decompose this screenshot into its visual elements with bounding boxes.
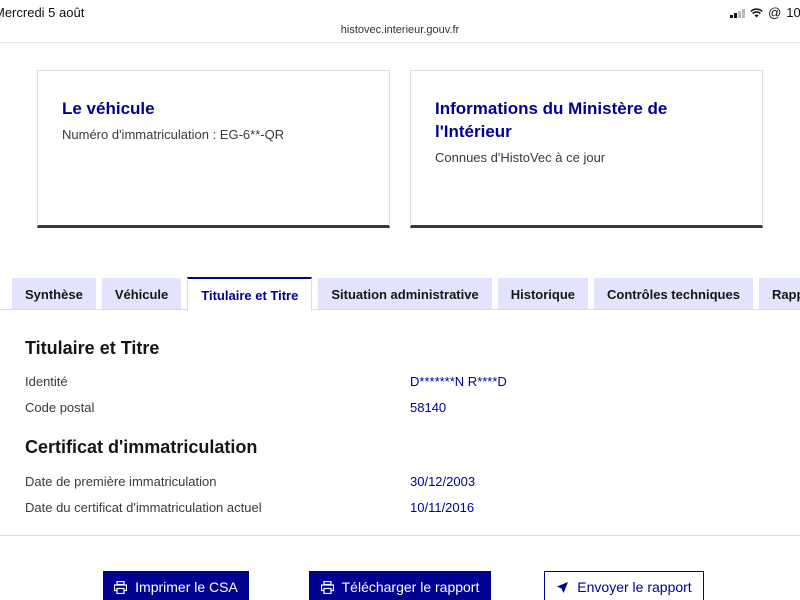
print-csa-label: Imprimer le CSA (135, 579, 238, 595)
send-report-label: Envoyer le rapport (577, 579, 692, 595)
plate-number: Numéro d'immatriculation : EG-6**-QR (62, 127, 285, 142)
vehicle-card: Le véhicule Numéro d'immatriculation : E… (37, 70, 390, 228)
tab-panel: Titulaire et Titre Identité D*******N R*… (0, 309, 800, 536)
holder-section-title: Titulaire et Titre (25, 338, 160, 358)
orientation-lock-icon: @ (768, 5, 782, 20)
download-report-label: Télécharger le rapport (341, 579, 480, 595)
tab-historique[interactable]: Historique (497, 278, 589, 310)
status-date: Mercredi 5 août (0, 5, 85, 20)
send-report-button[interactable]: Envoyer le rapport (544, 571, 704, 600)
tab-controles-techniques[interactable]: Contrôles techniques (594, 278, 753, 310)
first-registration-label: Date de première immatriculation (25, 474, 217, 489)
certificate-section-title: Certificat d'immatriculation (25, 437, 258, 457)
printer-icon (114, 580, 128, 594)
identity-value: D*******N R****D (410, 374, 507, 389)
postal-code-label: Code postal (25, 400, 95, 415)
ministry-card: Informations du Ministère de l'Intérieur… (410, 70, 763, 228)
tab-bar: Synthèse Véhicule Titulaire et Titre Sit… (12, 277, 800, 311)
tab-rapport[interactable]: Rapport (758, 278, 800, 310)
identity-label: Identité (25, 374, 68, 389)
send-arrow-icon (557, 581, 569, 593)
printer-icon (320, 580, 334, 594)
ministry-card-subtitle: Connues d'HistoVec à ce jour (435, 150, 606, 165)
tab-vehicule[interactable]: Véhicule (101, 278, 182, 310)
vehicle-card-title: Le véhicule (62, 99, 155, 118)
wifi-icon (750, 7, 763, 17)
tab-titulaire-et-titre[interactable]: Titulaire et Titre (187, 277, 313, 311)
signal-icon (730, 8, 746, 18)
battery-level: 100 (786, 5, 800, 20)
tab-situation-administrative[interactable]: Situation administrative (318, 278, 492, 310)
divider (0, 42, 800, 43)
print-csa-button[interactable]: Imprimer le CSA (103, 571, 249, 600)
status-bar: Mercredi 5 août @ 100 (0, 0, 800, 24)
url-bar[interactable]: histovec.interieur.gouv.fr (0, 24, 800, 42)
ministry-card-title: Informations du Ministère de l'Intérieur (435, 99, 668, 141)
current-certificate-label: Date du certificat d'immatriculation act… (25, 500, 262, 515)
postal-code-value: 58140 (410, 400, 447, 415)
status-indicators: @ 100 (730, 5, 800, 20)
download-report-button[interactable]: Télécharger le rapport (309, 571, 491, 600)
first-registration-value: 30/12/2003 (410, 474, 476, 489)
current-certificate-value: 10/11/2016 (410, 500, 475, 515)
tab-synthese[interactable]: Synthèse (12, 278, 96, 310)
